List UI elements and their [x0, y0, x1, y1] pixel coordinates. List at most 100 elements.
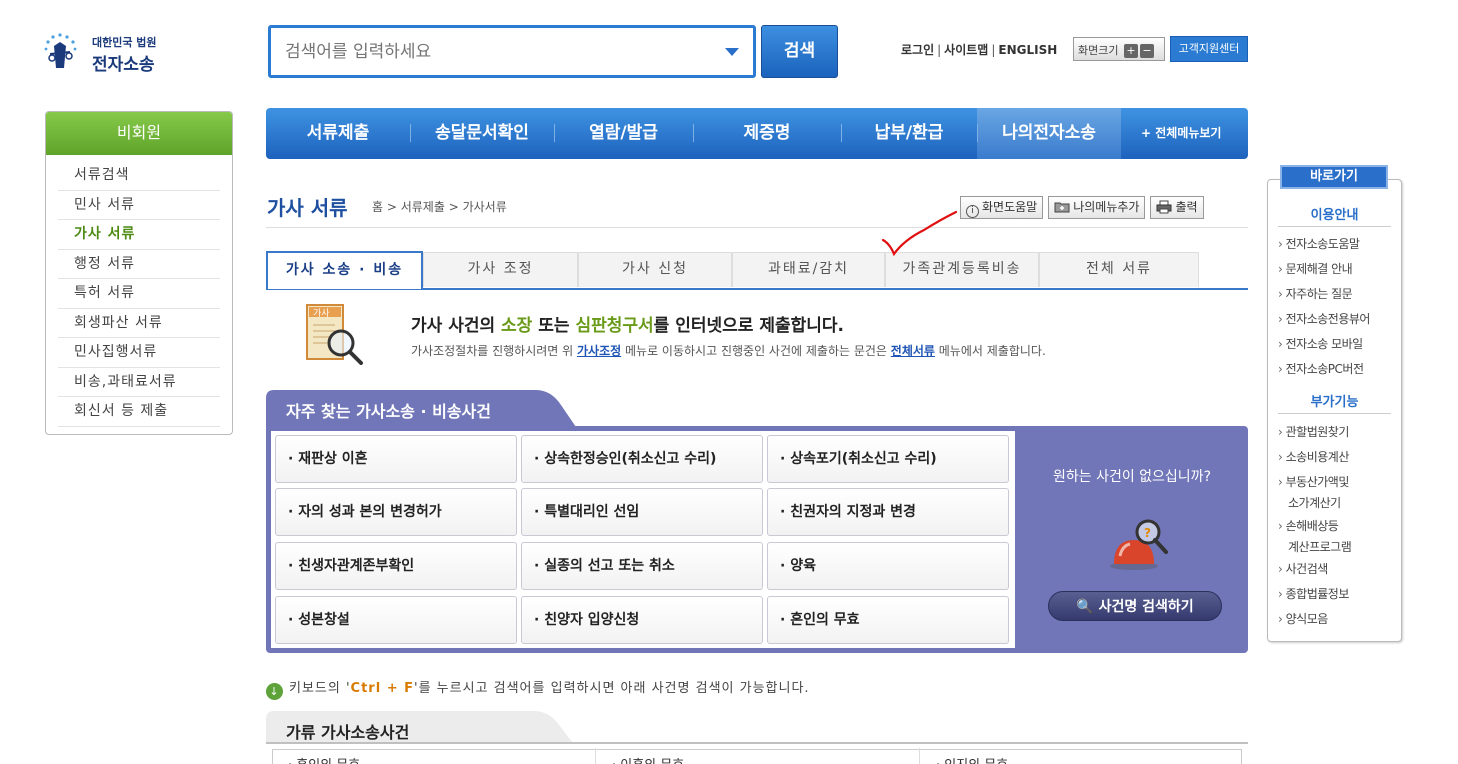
- case-item[interactable]: · 특별대리인 선임: [521, 488, 763, 536]
- case-item[interactable]: · 성본창설: [275, 596, 517, 644]
- case-name-search-button[interactable]: 🔍 사건명 검색하기: [1048, 591, 1222, 621]
- sidebar-item-administrative[interactable]: 행정 서류: [58, 250, 220, 279]
- page-title: 가사 서류: [267, 196, 348, 220]
- search-button[interactable]: 검색: [761, 25, 838, 78]
- quick-link[interactable]: 계산프로그램: [1278, 536, 1352, 558]
- quick-link[interactable]: 소송비용계산: [1278, 446, 1350, 468]
- tab-fine-detention[interactable]: 과태료/감치: [732, 252, 885, 287]
- sidebar-item-patent[interactable]: 특허 서류: [58, 279, 220, 309]
- sidebar-item-civil[interactable]: 민사 서류: [58, 191, 220, 220]
- search-input[interactable]: [285, 40, 705, 64]
- quick-link[interactable]: 전자소송도움말: [1278, 233, 1360, 255]
- tab-family-application[interactable]: 가사 신청: [578, 252, 732, 287]
- sidebar-item-civil-execution[interactable]: 민사집행서류: [58, 338, 220, 368]
- court-logo[interactable]: 대한민국 법원 전자소송: [42, 30, 172, 76]
- category-table: · 혼인의 무효 · 이혼의 무효 · 인지의 무효: [266, 742, 1248, 764]
- all-menu-button[interactable]: + 전체메뉴보기: [1121, 108, 1221, 159]
- add-my-menu-button[interactable]: 나의메뉴추가: [1048, 196, 1146, 219]
- quick-links-title: 바로가기: [1280, 165, 1388, 189]
- logo-small-text: 대한민국 법원: [92, 36, 157, 49]
- no-case-question: 원하는 사건이 없으십니까?: [1052, 469, 1211, 485]
- case-item[interactable]: · 재판상 이혼: [275, 435, 517, 483]
- quick-link[interactable]: 손해배상등: [1278, 515, 1339, 537]
- search-box[interactable]: [268, 25, 756, 78]
- case-item[interactable]: · 상속한정승인(취소신고 수리): [521, 435, 763, 483]
- quick-link[interactable]: 관할법원찾기: [1278, 421, 1350, 443]
- quick-links-panel: 이용안내 전자소송도움말 문제해결 안내 자주하는 질문 전자소송전용뷰어 전자…: [1267, 179, 1402, 642]
- nav-view-issue[interactable]: 열람/발급: [554, 108, 693, 159]
- nav-served-documents[interactable]: 송달문서확인: [410, 108, 554, 159]
- keyboard-search-hint: ↓ 키보드의 'Ctrl + F'를 누르시고 검색어를 입력하시면 아래 사건명…: [266, 677, 810, 700]
- main-nav: 서류제출 송달문서확인 열람/발급 제증명 납부/환급 나의전자소송 + 전체메…: [266, 108, 1248, 159]
- intro-description: 가사조정절차를 진행하시려면 위 가사조정 메뉴로 이동하시고 진행중인 사건에…: [411, 344, 1046, 358]
- sidebar-item-non-contentious[interactable]: 비송,과태료서류: [58, 368, 220, 397]
- tab-family-mediation[interactable]: 가사 조정: [423, 252, 578, 287]
- sidebar-title: 비회원: [46, 112, 232, 155]
- document-tabs: 가사 소송 · 비송 가사 조정 가사 신청 과태료/감치 가족관계등록비송 전…: [266, 251, 1248, 290]
- tab-all-documents[interactable]: 전체 서류: [1039, 252, 1199, 287]
- case-item[interactable]: · 자의 성과 본의 변경허가: [275, 488, 517, 536]
- english-link[interactable]: ENGLISH: [998, 43, 1057, 57]
- left-sidebar: 비회원 서류검색 민사 서류 가사 서류 행정 서류 특허 서류 회생파산 서류…: [45, 111, 233, 435]
- family-document-icon: 가사: [306, 304, 363, 365]
- breadcrumb: 홈 > 서류제출 > 가사서류: [372, 200, 507, 214]
- case-item[interactable]: · 친권자의 지정과 변경: [767, 488, 1009, 536]
- nav-certificates[interactable]: 제증명: [693, 108, 841, 159]
- sidebar-item-family[interactable]: 가사 서류: [58, 220, 220, 250]
- case-item[interactable]: · 양육: [767, 542, 1009, 590]
- quick-link[interactable]: 소가계산기: [1278, 492, 1341, 514]
- sidebar-item-reply-submit[interactable]: 회신서 등 제출: [58, 397, 220, 427]
- top-links: 로그인 | 사이트맵 | ENGLISH: [901, 43, 1058, 57]
- sidebar-item-document-search[interactable]: 서류검색: [58, 161, 220, 191]
- login-link[interactable]: 로그인: [901, 43, 934, 57]
- frequent-cases-tab-shape: [266, 390, 578, 430]
- quick-link[interactable]: 부동산가액및: [1278, 471, 1350, 493]
- case-item[interactable]: · 친양자 입양신청: [521, 596, 763, 644]
- svg-text:가사: 가사: [313, 308, 330, 319]
- search-icon: 🔍: [1076, 599, 1094, 615]
- nav-submit-documents[interactable]: 서류제출: [266, 108, 410, 159]
- sidebar-item-bankruptcy[interactable]: 회생파산 서류: [58, 309, 220, 338]
- quick-link[interactable]: 전자소송전용뷰어: [1278, 308, 1371, 330]
- court-emblem-icon: [44, 33, 77, 68]
- quick-link[interactable]: 자주하는 질문: [1278, 283, 1353, 305]
- all-documents-link[interactable]: 전체서류: [891, 344, 935, 358]
- svg-text:?: ?: [1144, 526, 1151, 540]
- case-item[interactable]: · 상속포기(취소신고 수리): [767, 435, 1009, 483]
- case-item[interactable]: · 실종의 선고 또는 취소: [521, 542, 763, 590]
- folder-plus-icon: [1054, 202, 1070, 213]
- quick-link[interactable]: 전자소송PC버전: [1278, 358, 1364, 380]
- page-tools: i 화면도움말 나의메뉴추가 출력: [960, 196, 1204, 219]
- logo-title: 전자소송: [92, 55, 155, 75]
- quick-link[interactable]: 종합법률정보: [1278, 583, 1350, 605]
- info-icon: i: [966, 205, 979, 218]
- family-mediation-link[interactable]: 가사조정: [577, 344, 621, 358]
- font-size-control: 화면크기 + −: [1073, 37, 1165, 61]
- font-increase-button[interactable]: +: [1123, 44, 1138, 58]
- quick-link[interactable]: 문제해결 안내: [1278, 258, 1353, 280]
- chevron-down-icon[interactable]: [725, 48, 739, 56]
- category-item[interactable]: · 혼인의 무효: [288, 754, 360, 764]
- nav-my-ecourt[interactable]: 나의전자소송: [977, 108, 1121, 159]
- support-center-button[interactable]: 고객지원센터: [1170, 36, 1248, 62]
- quick-link[interactable]: 양식모음: [1278, 608, 1329, 630]
- font-decrease-button[interactable]: −: [1139, 44, 1154, 58]
- print-button[interactable]: 출력: [1150, 196, 1204, 219]
- case-search-area: 원하는 사건이 없으십니까? ? 🔍 사건명 검색하기: [1016, 426, 1248, 653]
- category-item[interactable]: · 이혼의 무효: [612, 754, 684, 764]
- quick-link[interactable]: 전자소송 모바일: [1278, 333, 1364, 355]
- font-size-label: 화면크기: [1078, 44, 1119, 57]
- nav-payment-refund[interactable]: 납부/환급: [841, 108, 977, 159]
- case-item[interactable]: · 혼인의 무효: [767, 596, 1009, 644]
- tab-family-litigation[interactable]: 가사 소송 · 비송: [266, 251, 423, 289]
- printer-icon: [1156, 200, 1172, 214]
- sitemap-link[interactable]: 사이트맵: [944, 43, 988, 57]
- quick-section-guide: 이용안내: [1310, 208, 1359, 223]
- red-check-annotation: [881, 210, 958, 257]
- quick-link[interactable]: 사건검색: [1278, 558, 1329, 580]
- quick-section-extra: 부가기능: [1310, 395, 1359, 410]
- case-item[interactable]: · 친생자관계존부확인: [275, 542, 517, 590]
- category-item[interactable]: · 인지의 무효: [936, 754, 1008, 764]
- alarm-magnifier-icon: ?: [1110, 519, 1168, 570]
- help-button[interactable]: i 화면도움말: [960, 196, 1044, 219]
